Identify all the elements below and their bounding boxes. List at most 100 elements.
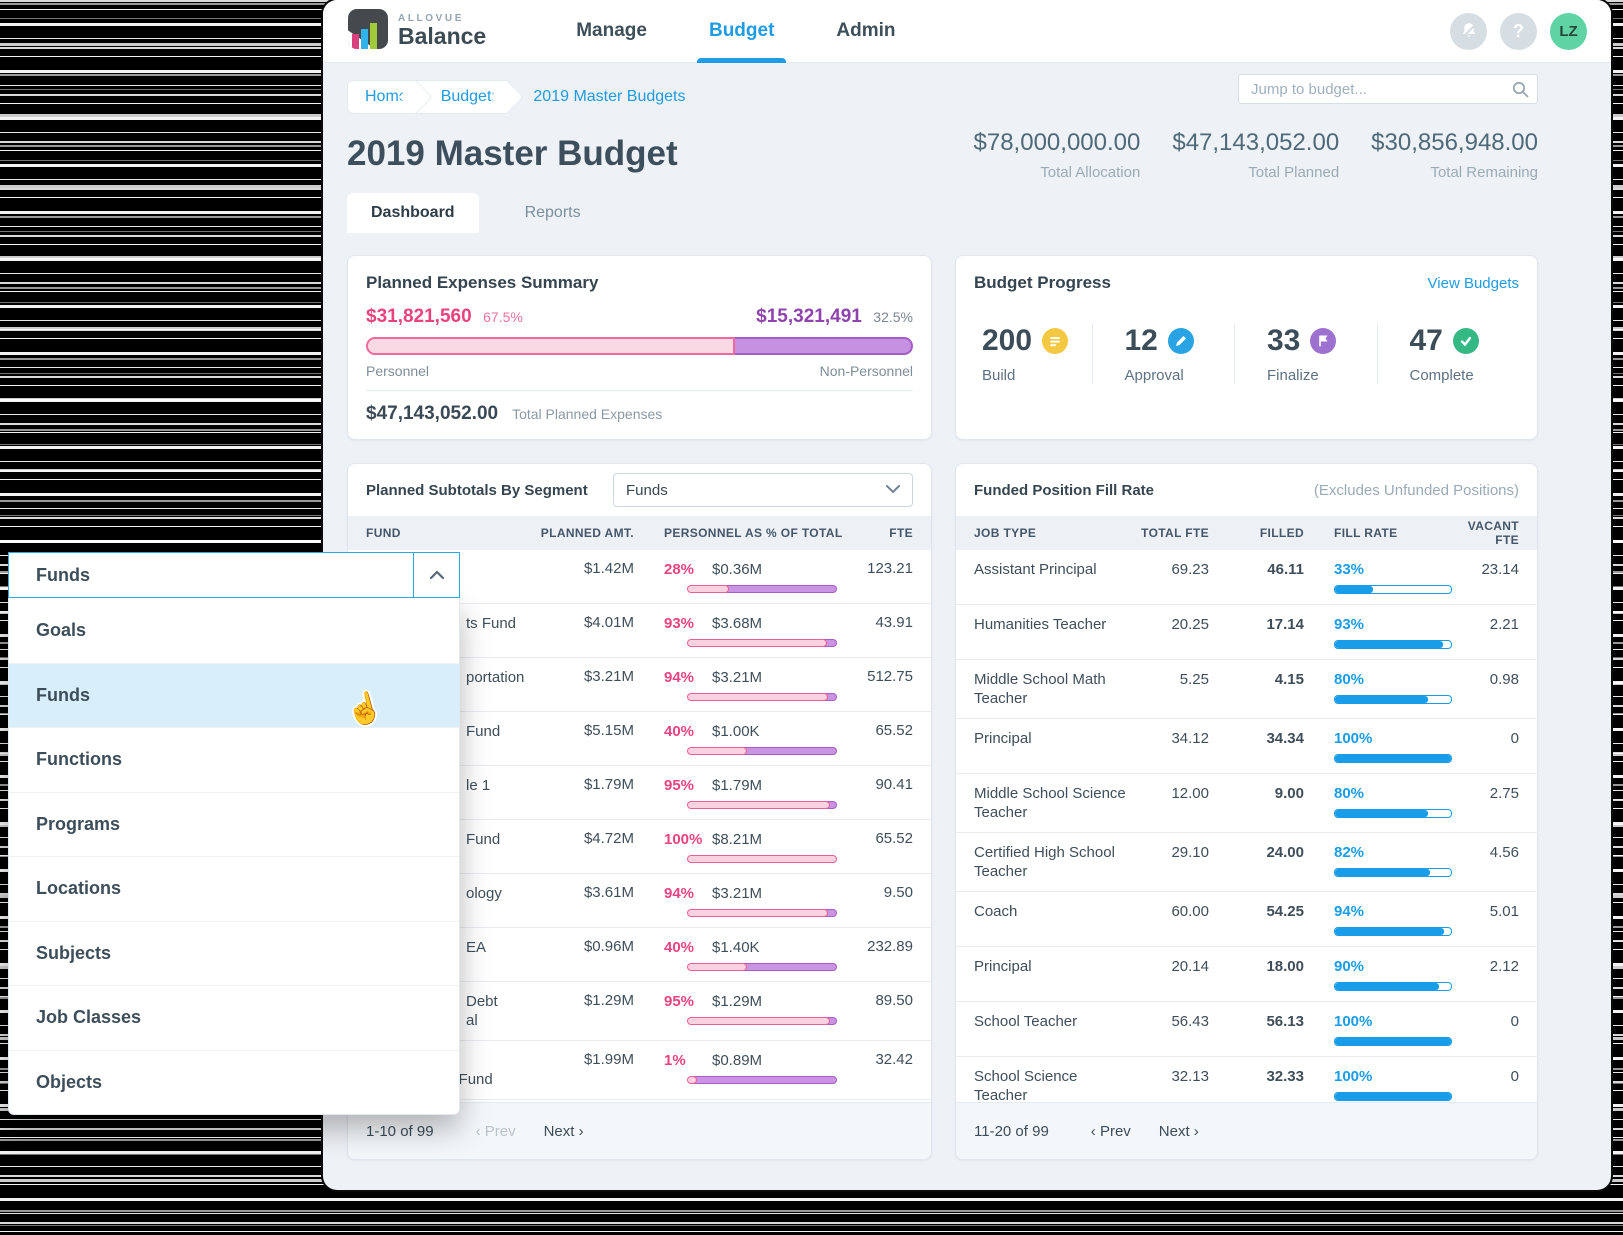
dropdown-item-functions[interactable]: Functions xyxy=(9,727,459,792)
fill-rate-bar-fill xyxy=(1335,928,1444,935)
vacant-fte-cell: 0 xyxy=(1454,1012,1519,1031)
bar-personnel-segment xyxy=(687,585,729,593)
personnel-percent: 94% xyxy=(664,668,712,687)
fill-rate-bar xyxy=(1334,640,1452,649)
filled-cell: 56.13 xyxy=(1234,1012,1304,1031)
bar-non-personnel-segment xyxy=(694,1076,837,1084)
breadcrumb-link-home[interactable]: Home xyxy=(347,80,416,114)
bar-personnel-segment xyxy=(687,909,828,917)
total-planned-amount: $47,143,052.00 xyxy=(366,403,498,425)
breadcrumb-current[interactable]: 2019 Master Budgets xyxy=(533,88,685,106)
tab-dashboard[interactable]: Dashboard xyxy=(347,193,479,233)
fill-rate-bar xyxy=(1334,927,1452,936)
fill-rate-percent: 100% xyxy=(1334,1067,1454,1086)
vacant-fte-cell: 0 xyxy=(1454,729,1519,748)
search-input[interactable] xyxy=(1238,74,1538,104)
chevron-up-icon[interactable] xyxy=(413,553,459,597)
fill-rate-card: Funded Position Fill Rate (Excludes Unfu… xyxy=(955,463,1538,1160)
personnel-percent: 95% xyxy=(664,776,712,795)
fill-rate-percent: 93% xyxy=(1334,615,1454,634)
fill-rate-cell: 93% xyxy=(1334,615,1454,649)
non-personnel-amount-group: $15,321,491 32.5% xyxy=(756,306,913,328)
planned-amt-cell: $4.01M xyxy=(539,614,634,631)
table-row: Principal20.1418.0090%2.12 xyxy=(956,947,1537,1002)
breadcrumb-arrow xyxy=(490,80,524,114)
notifications-muted-icon[interactable] xyxy=(1450,13,1487,50)
fill-rate-bar xyxy=(1334,585,1452,594)
fill-rate-bar-fill xyxy=(1335,1093,1451,1100)
dropdown-item-funds[interactable]: Funds xyxy=(9,663,459,728)
budget-progress-card: Budget Progress View Budgets 200Build12A… xyxy=(955,255,1538,440)
personnel-pct-cell: 94%$3.21M xyxy=(664,668,854,701)
help-icon[interactable]: ? xyxy=(1500,13,1537,50)
column-header-fte: FTE xyxy=(854,526,913,540)
dropdown-item-programs[interactable]: Programs xyxy=(9,792,459,857)
vacant-fte-cell: 5.01 xyxy=(1454,902,1519,921)
personnel-split-bar xyxy=(687,747,837,755)
planned-amt-cell: $1.99M xyxy=(539,1051,634,1068)
next-page-button[interactable]: Next › xyxy=(544,1123,584,1140)
vacant-fte-cell: 2.12 xyxy=(1454,957,1519,976)
progress-label: Approval xyxy=(1125,367,1235,384)
fill-rate-percent: 82% xyxy=(1334,843,1454,862)
table-row: School Teacher56.4356.13100%0 xyxy=(956,1002,1537,1057)
planned-amt-cell: $4.72M xyxy=(539,830,634,847)
non-personnel-amount: $15,321,491 xyxy=(756,306,862,327)
bar-personnel-segment xyxy=(687,801,830,809)
column-header-fill-rate: FILL RATE xyxy=(1334,526,1454,540)
total-fte-cell: 20.14 xyxy=(1129,957,1209,976)
fill-rate-cell: 100% xyxy=(1334,729,1454,763)
personnel-bar-segment xyxy=(366,337,735,355)
expenses-split-bar xyxy=(366,337,913,355)
segment-dropdown-value: Funds xyxy=(9,565,90,586)
avatar[interactable]: LZ xyxy=(1550,13,1587,50)
next-page-button[interactable]: Next › xyxy=(1159,1123,1199,1140)
segment-dropdown-menu: GoalsFundsFunctionsProgramsLocationsSubj… xyxy=(8,598,460,1115)
table-row: Middle School Science Teacher12.009.0080… xyxy=(956,774,1537,833)
fill-rate-bar-fill xyxy=(1335,641,1443,648)
tab-reports[interactable]: Reports xyxy=(501,193,605,233)
fill-rate-bar-fill xyxy=(1335,1038,1451,1045)
fill-rate-cell: 80% xyxy=(1334,784,1454,818)
fte-cell: 65.52 xyxy=(854,722,913,739)
dropdown-item-job-classes[interactable]: Job Classes xyxy=(9,985,459,1050)
planned-expenses-card: Planned Expenses Summary $31,821,560 67.… xyxy=(347,255,932,440)
personnel-split-bar xyxy=(687,801,837,809)
personnel-pct-cell: 100%$8.21M xyxy=(664,830,854,863)
filled-cell: 18.00 xyxy=(1234,957,1304,976)
fill-rate-cell: 90% xyxy=(1334,957,1454,991)
app-window: ALLOVUE Balance Manage Budget Admin ? LZ H… xyxy=(323,0,1611,1190)
job-table-header: JOB TYPETOTAL FTEFILLEDFILL RATEVACANT F… xyxy=(956,516,1537,550)
page-stat-total-allocation: $78,000,000.00Total Allocation xyxy=(974,129,1141,181)
prev-page-button[interactable]: ‹ Prev xyxy=(476,1123,516,1140)
breadcrumb: HomeBudgets2019 Master Budgets xyxy=(347,80,686,114)
fill-rate-percent: 100% xyxy=(1334,729,1454,748)
bar-personnel-segment xyxy=(687,693,828,701)
fund-name: Fund xyxy=(466,722,539,741)
nav-item-budget[interactable]: Budget xyxy=(709,0,774,63)
view-budgets-link[interactable]: View Budgets xyxy=(1428,275,1519,292)
total-fte-cell: 5.25 xyxy=(1129,670,1209,689)
job-type-cell: Coach xyxy=(974,902,1129,921)
segment-dropdown-field[interactable]: Funds xyxy=(8,552,460,598)
dropdown-item-locations[interactable]: Locations xyxy=(9,856,459,921)
segment-select[interactable]: Funds xyxy=(613,473,913,507)
total-fte-cell: 12.00 xyxy=(1129,784,1209,803)
nav-item-manage[interactable]: Manage xyxy=(576,0,647,63)
column-header-fund: FUND xyxy=(366,526,539,540)
personnel-percent: 95% xyxy=(664,992,712,1011)
prev-page-button[interactable]: ‹ Prev xyxy=(1091,1123,1131,1140)
filled-cell: 54.25 xyxy=(1234,902,1304,921)
nav-item-admin[interactable]: Admin xyxy=(836,0,895,63)
planned-amt-cell: $1.79M xyxy=(539,776,634,793)
fill-rate-percent: 33% xyxy=(1334,560,1454,579)
dropdown-item-goals[interactable]: Goals xyxy=(9,598,459,663)
total-fte-cell: 69.23 xyxy=(1129,560,1209,579)
non-personnel-label: Non-Personnel xyxy=(820,363,913,379)
dropdown-item-subjects[interactable]: Subjects xyxy=(9,921,459,986)
brand[interactable]: ALLOVUE Balance xyxy=(348,9,486,54)
non-personnel-bar-segment xyxy=(735,337,913,355)
fill-rate-cell: 100% xyxy=(1334,1012,1454,1046)
fill-rate-cell: 100% xyxy=(1334,1067,1454,1101)
dropdown-item-objects[interactable]: Objects xyxy=(9,1050,459,1115)
